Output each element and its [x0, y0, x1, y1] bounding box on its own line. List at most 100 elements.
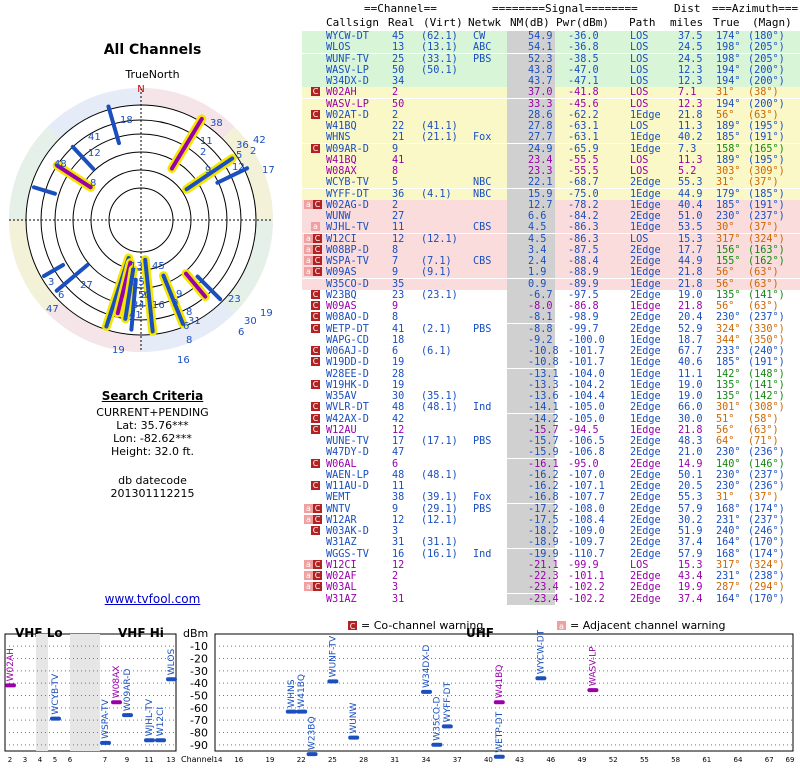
- station-marker: [166, 677, 177, 682]
- adjacent-legend-text: = Adjacent channel warning: [570, 619, 726, 632]
- nm-cell: 37.0: [528, 87, 553, 99]
- dist-cell: 40.4: [678, 199, 703, 211]
- real-cell: 19: [392, 379, 405, 391]
- az-true-cell: 158°: [716, 143, 741, 155]
- station-marker-label: W12CI: [156, 707, 166, 736]
- nm-cell: -17.2: [528, 503, 559, 515]
- station-marker: [441, 724, 453, 729]
- real-cell: 3: [392, 582, 399, 594]
- virt-cell: (12.1): [421, 514, 458, 526]
- az-magn-cell: (191°): [748, 357, 785, 369]
- polar-station-label: 6: [183, 321, 189, 332]
- az-true-cell: 164°: [716, 593, 741, 605]
- dist-header: Dist: [674, 2, 701, 15]
- table-row: WHNS 21 (21.1) Fox 27.7 -63.1 1Edge 40.2 185° (19…: [302, 132, 800, 144]
- az-true-cell: 185°: [716, 199, 741, 211]
- dist-cell: 53.5: [678, 222, 703, 234]
- callsign-cell: W41BQ: [326, 121, 357, 132]
- real-cell: 23: [392, 289, 405, 301]
- dist-cell: 30.2: [678, 514, 703, 526]
- polar-station-label: 17: [262, 165, 275, 176]
- dist-cell: 51.0: [678, 211, 703, 222]
- table-row: WYFF-DT 36 (4.1) NBC 15.9 -75.0 1Edge 44.9 179° (…: [302, 188, 800, 200]
- path-cell: 1Edge: [630, 278, 661, 290]
- az-true-cell: 140°: [716, 458, 741, 470]
- callsign-cell: W08AO-D: [326, 312, 369, 324]
- callsign-cell: W31AZ: [326, 537, 357, 549]
- station-marker: [111, 700, 122, 705]
- real-cell: 12: [392, 233, 405, 245]
- pwr-cell: -99.9: [568, 559, 599, 571]
- table-row: WLOS 13 (13.1) ABC 54.1 -36.8 LOS 24.5 198° (205°…: [302, 42, 800, 54]
- table-row: WJHL-TV 11 CBS 4.5 -86.3 1Edge 53.5 30° (37°) a: [302, 222, 800, 234]
- pwr-cell: -107.0: [568, 469, 605, 481]
- y-tick-label: -40: [190, 677, 208, 690]
- dist-cell: 12.3: [678, 76, 703, 87]
- y-tick-label: -50: [190, 690, 208, 703]
- station-marker-label: WUNF-TV: [328, 635, 338, 677]
- path-cell: 2Edge: [630, 402, 661, 414]
- real-cell: 13: [392, 42, 405, 54]
- polar-station-label: 16: [177, 355, 190, 366]
- dist-cell: 57.9: [678, 548, 703, 560]
- x-tick-label: 43: [515, 756, 524, 764]
- netwk-cell: PBS: [473, 503, 492, 515]
- real-cell: 12: [392, 424, 405, 436]
- pwr-cell: -75.0: [568, 188, 599, 200]
- virt-cell: (33.1): [421, 53, 458, 65]
- callsign-cell: W42AX-D: [326, 413, 369, 425]
- cochannel-warning-icon: C: [311, 143, 320, 153]
- real-cell: 12: [392, 559, 405, 571]
- netwk-cell: NBC: [473, 177, 492, 189]
- table-row: WCYB-TV 5 NBC 22.1 -68.7 2Edge 55.3 31° (37°): [302, 177, 800, 189]
- path-cell: 2Edge: [630, 436, 661, 447]
- az-true-cell: 317°: [716, 559, 741, 571]
- az-magn-cell: (330°): [748, 323, 785, 335]
- dist-cell: 19.0: [678, 289, 703, 301]
- polar-station-label: 8: [186, 307, 192, 318]
- azimuth-group-header: ===Azimuth===: [712, 2, 799, 15]
- pwr-cell: -109.7: [568, 537, 605, 549]
- nm-cell: -14.1: [528, 402, 559, 414]
- pwr-cell: -78.2: [568, 199, 599, 211]
- virt-cell: (62.1): [421, 31, 458, 42]
- pwr-cell: -88.4: [568, 256, 599, 267]
- station-marker-label: WASV-LP: [588, 646, 598, 686]
- az-true-cell: 179°: [716, 188, 741, 200]
- vhf-gap-band: [36, 634, 48, 751]
- table-row: WASV-LP 50 (50.1) 43.8 -47.0 LOS 12.3 194° (200°…: [302, 64, 800, 76]
- spectrum-svg: C = Co-channel warning a = Adjacent channel…: [4, 619, 794, 764]
- az-true-cell: 174°: [716, 31, 741, 42]
- virt-cell: (4.1): [421, 188, 452, 200]
- pwr-cell: -86.3: [568, 222, 599, 234]
- pwr-cell: -94.5: [568, 424, 599, 436]
- table-row: W03AK-D 3 -18.2 -109.0 2Edge 51.9 240° (246°) C: [302, 526, 800, 537]
- real-cell: 9: [392, 503, 399, 515]
- callsign-cell: W02AF: [326, 571, 357, 582]
- path-cell: LOS: [630, 121, 649, 132]
- site-link[interactable]: www.tvfool.com: [0, 592, 305, 606]
- pwr-cell: -105.0: [568, 402, 605, 414]
- dist-cell: 37.5: [678, 31, 703, 42]
- nm-cell: -8.0: [528, 301, 553, 312]
- path-cell: 2Edge: [630, 514, 661, 526]
- real-cell: 31: [392, 537, 405, 549]
- az-true-cell: 194°: [716, 76, 741, 87]
- y-tick-label: -80: [190, 727, 208, 740]
- adjacent-warning-icon: a: [311, 222, 320, 232]
- polar-station-label: 8: [186, 335, 192, 346]
- az-true-cell: 233°: [716, 346, 741, 357]
- cochannel-warning-icon: C: [311, 357, 320, 367]
- nm-cell: -15.7: [528, 436, 559, 447]
- az-magn-cell: (37°): [748, 177, 779, 189]
- latitude: Lat: 35.76***: [116, 419, 189, 432]
- netwk-cell: PBS: [473, 436, 492, 447]
- callsign-cell: W35AV: [326, 391, 357, 402]
- real-cell: 11: [392, 222, 405, 234]
- table-row: WUNF-TV 25 (33.1) PBS 52.3 -38.5 LOS 24.5 198° (2…: [302, 53, 800, 65]
- az-true-cell: 56°: [716, 109, 735, 121]
- netwk-cell: CBS: [473, 222, 492, 234]
- dist-cell: 37.4: [678, 537, 703, 549]
- az-magn-cell: (237°): [748, 514, 785, 526]
- real-cell: 45: [392, 31, 405, 42]
